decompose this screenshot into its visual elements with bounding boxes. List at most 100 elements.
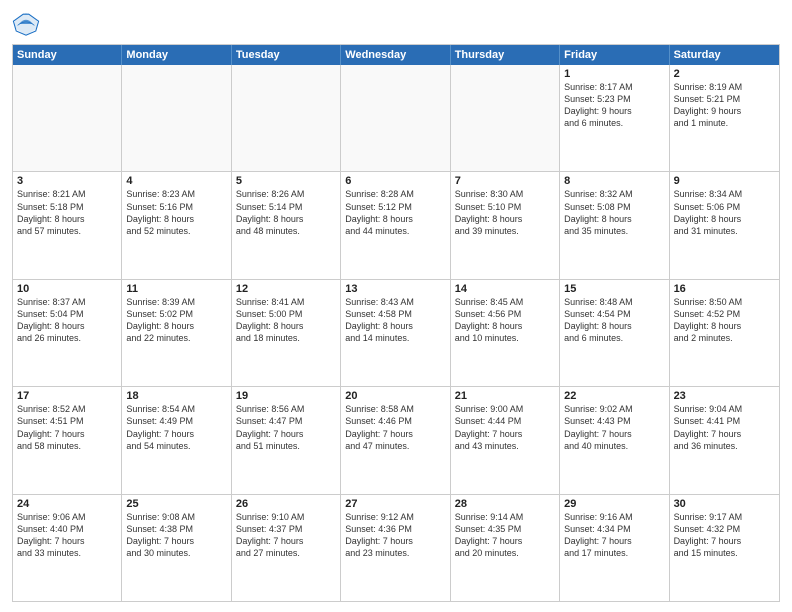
day-number: 8 <box>564 175 664 187</box>
cell-info: Sunrise: 8:43 AM Sunset: 4:58 PM Dayligh… <box>345 296 445 345</box>
page: SundayMondayTuesdayWednesdayThursdayFrid… <box>0 0 792 612</box>
cal-cell: 6Sunrise: 8:28 AM Sunset: 5:12 PM Daylig… <box>341 172 450 278</box>
cell-info: Sunrise: 8:34 AM Sunset: 5:06 PM Dayligh… <box>674 188 775 237</box>
cal-cell: 9Sunrise: 8:34 AM Sunset: 5:06 PM Daylig… <box>670 172 779 278</box>
day-number: 6 <box>345 175 445 187</box>
cell-info: Sunrise: 9:00 AM Sunset: 4:44 PM Dayligh… <box>455 403 555 452</box>
day-number: 2 <box>674 68 775 80</box>
cell-info: Sunrise: 8:21 AM Sunset: 5:18 PM Dayligh… <box>17 188 117 237</box>
cal-cell: 13Sunrise: 8:43 AM Sunset: 4:58 PM Dayli… <box>341 280 450 386</box>
day-number: 20 <box>345 390 445 402</box>
cal-cell: 29Sunrise: 9:16 AM Sunset: 4:34 PM Dayli… <box>560 495 669 601</box>
cell-info: Sunrise: 9:08 AM Sunset: 4:38 PM Dayligh… <box>126 511 226 560</box>
cell-info: Sunrise: 8:17 AM Sunset: 5:23 PM Dayligh… <box>564 81 664 130</box>
day-number: 30 <box>674 498 775 510</box>
cell-info: Sunrise: 8:58 AM Sunset: 4:46 PM Dayligh… <box>345 403 445 452</box>
cal-cell: 22Sunrise: 9:02 AM Sunset: 4:43 PM Dayli… <box>560 387 669 493</box>
cell-info: Sunrise: 9:10 AM Sunset: 4:37 PM Dayligh… <box>236 511 336 560</box>
logo <box>12 10 44 38</box>
day-number: 5 <box>236 175 336 187</box>
header-day-saturday: Saturday <box>670 45 779 65</box>
day-number: 19 <box>236 390 336 402</box>
day-number: 27 <box>345 498 445 510</box>
cell-info: Sunrise: 9:16 AM Sunset: 4:34 PM Dayligh… <box>564 511 664 560</box>
cal-cell: 21Sunrise: 9:00 AM Sunset: 4:44 PM Dayli… <box>451 387 560 493</box>
calendar-header: SundayMondayTuesdayWednesdayThursdayFrid… <box>13 45 779 65</box>
header-day-monday: Monday <box>122 45 231 65</box>
cell-info: Sunrise: 8:26 AM Sunset: 5:14 PM Dayligh… <box>236 188 336 237</box>
day-number: 28 <box>455 498 555 510</box>
cal-cell: 17Sunrise: 8:52 AM Sunset: 4:51 PM Dayli… <box>13 387 122 493</box>
cal-cell: 28Sunrise: 9:14 AM Sunset: 4:35 PM Dayli… <box>451 495 560 601</box>
cal-cell: 4Sunrise: 8:23 AM Sunset: 5:16 PM Daylig… <box>122 172 231 278</box>
header-day-sunday: Sunday <box>13 45 122 65</box>
cell-info: Sunrise: 8:28 AM Sunset: 5:12 PM Dayligh… <box>345 188 445 237</box>
cal-cell: 15Sunrise: 8:48 AM Sunset: 4:54 PM Dayli… <box>560 280 669 386</box>
header-day-tuesday: Tuesday <box>232 45 341 65</box>
day-number: 22 <box>564 390 664 402</box>
header-day-wednesday: Wednesday <box>341 45 450 65</box>
cal-cell: 23Sunrise: 9:04 AM Sunset: 4:41 PM Dayli… <box>670 387 779 493</box>
day-number: 15 <box>564 283 664 295</box>
header-day-friday: Friday <box>560 45 669 65</box>
day-number: 13 <box>345 283 445 295</box>
cell-info: Sunrise: 8:45 AM Sunset: 4:56 PM Dayligh… <box>455 296 555 345</box>
cell-info: Sunrise: 9:17 AM Sunset: 4:32 PM Dayligh… <box>674 511 775 560</box>
cal-cell: 1Sunrise: 8:17 AM Sunset: 5:23 PM Daylig… <box>560 65 669 171</box>
day-number: 7 <box>455 175 555 187</box>
cal-cell: 24Sunrise: 9:06 AM Sunset: 4:40 PM Dayli… <box>13 495 122 601</box>
cal-cell <box>13 65 122 171</box>
cal-cell: 18Sunrise: 8:54 AM Sunset: 4:49 PM Dayli… <box>122 387 231 493</box>
day-number: 14 <box>455 283 555 295</box>
day-number: 9 <box>674 175 775 187</box>
logo-icon <box>12 10 40 38</box>
cell-info: Sunrise: 9:14 AM Sunset: 4:35 PM Dayligh… <box>455 511 555 560</box>
header-day-thursday: Thursday <box>451 45 560 65</box>
cal-cell <box>341 65 450 171</box>
calendar-row-4: 17Sunrise: 8:52 AM Sunset: 4:51 PM Dayli… <box>13 386 779 493</box>
cal-cell: 3Sunrise: 8:21 AM Sunset: 5:18 PM Daylig… <box>13 172 122 278</box>
cal-cell: 11Sunrise: 8:39 AM Sunset: 5:02 PM Dayli… <box>122 280 231 386</box>
cal-cell <box>451 65 560 171</box>
cal-cell: 16Sunrise: 8:50 AM Sunset: 4:52 PM Dayli… <box>670 280 779 386</box>
cal-cell: 12Sunrise: 8:41 AM Sunset: 5:00 PM Dayli… <box>232 280 341 386</box>
header <box>12 10 780 38</box>
cal-cell: 30Sunrise: 9:17 AM Sunset: 4:32 PM Dayli… <box>670 495 779 601</box>
cal-cell: 20Sunrise: 8:58 AM Sunset: 4:46 PM Dayli… <box>341 387 450 493</box>
cell-info: Sunrise: 8:19 AM Sunset: 5:21 PM Dayligh… <box>674 81 775 130</box>
calendar-row-1: 1Sunrise: 8:17 AM Sunset: 5:23 PM Daylig… <box>13 65 779 171</box>
day-number: 4 <box>126 175 226 187</box>
cell-info: Sunrise: 8:30 AM Sunset: 5:10 PM Dayligh… <box>455 188 555 237</box>
day-number: 24 <box>17 498 117 510</box>
day-number: 1 <box>564 68 664 80</box>
day-number: 10 <box>17 283 117 295</box>
calendar-row-5: 24Sunrise: 9:06 AM Sunset: 4:40 PM Dayli… <box>13 494 779 601</box>
day-number: 23 <box>674 390 775 402</box>
cell-info: Sunrise: 8:23 AM Sunset: 5:16 PM Dayligh… <box>126 188 226 237</box>
cell-info: Sunrise: 9:06 AM Sunset: 4:40 PM Dayligh… <box>17 511 117 560</box>
cell-info: Sunrise: 8:48 AM Sunset: 4:54 PM Dayligh… <box>564 296 664 345</box>
cell-info: Sunrise: 8:41 AM Sunset: 5:00 PM Dayligh… <box>236 296 336 345</box>
day-number: 12 <box>236 283 336 295</box>
calendar: SundayMondayTuesdayWednesdayThursdayFrid… <box>12 44 780 602</box>
cal-cell: 8Sunrise: 8:32 AM Sunset: 5:08 PM Daylig… <box>560 172 669 278</box>
calendar-row-3: 10Sunrise: 8:37 AM Sunset: 5:04 PM Dayli… <box>13 279 779 386</box>
cal-cell: 10Sunrise: 8:37 AM Sunset: 5:04 PM Dayli… <box>13 280 122 386</box>
cell-info: Sunrise: 9:12 AM Sunset: 4:36 PM Dayligh… <box>345 511 445 560</box>
day-number: 16 <box>674 283 775 295</box>
cal-cell: 25Sunrise: 9:08 AM Sunset: 4:38 PM Dayli… <box>122 495 231 601</box>
cell-info: Sunrise: 8:39 AM Sunset: 5:02 PM Dayligh… <box>126 296 226 345</box>
cal-cell <box>232 65 341 171</box>
cell-info: Sunrise: 8:54 AM Sunset: 4:49 PM Dayligh… <box>126 403 226 452</box>
cell-info: Sunrise: 9:04 AM Sunset: 4:41 PM Dayligh… <box>674 403 775 452</box>
day-number: 17 <box>17 390 117 402</box>
cal-cell: 7Sunrise: 8:30 AM Sunset: 5:10 PM Daylig… <box>451 172 560 278</box>
day-number: 21 <box>455 390 555 402</box>
cell-info: Sunrise: 8:50 AM Sunset: 4:52 PM Dayligh… <box>674 296 775 345</box>
calendar-row-2: 3Sunrise: 8:21 AM Sunset: 5:18 PM Daylig… <box>13 171 779 278</box>
cal-cell: 2Sunrise: 8:19 AM Sunset: 5:21 PM Daylig… <box>670 65 779 171</box>
day-number: 26 <box>236 498 336 510</box>
cell-info: Sunrise: 8:52 AM Sunset: 4:51 PM Dayligh… <box>17 403 117 452</box>
day-number: 3 <box>17 175 117 187</box>
cal-cell: 5Sunrise: 8:26 AM Sunset: 5:14 PM Daylig… <box>232 172 341 278</box>
